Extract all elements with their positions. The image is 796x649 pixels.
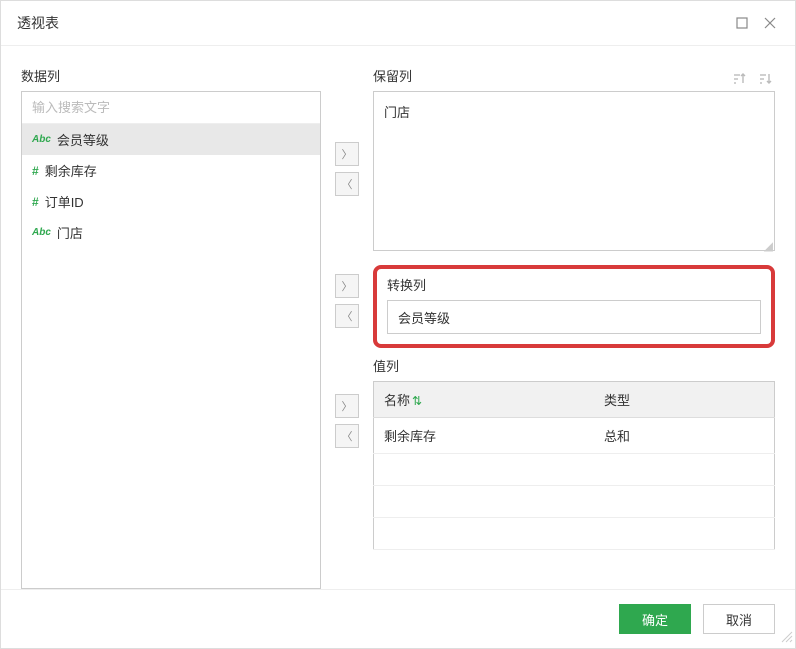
resize-handle-icon[interactable]: ◢ (373, 239, 773, 253)
cancel-button[interactable]: 取消 (703, 604, 775, 634)
column-name: 剩余库存 (45, 161, 97, 180)
sort-desc-icon[interactable] (755, 69, 775, 89)
value-table-header-name[interactable]: 名称⇅ (374, 382, 595, 418)
ok-button[interactable]: 确定 (619, 604, 691, 634)
right-panel: 保留列 门店 ◢ 转换列 会员等级 (373, 66, 775, 589)
data-column-item[interactable]: # 剩余库存 (22, 155, 320, 186)
titlebar: 透视表 (1, 1, 795, 46)
value-type-cell: 总和 (594, 418, 774, 454)
value-table-header-type[interactable]: 类型 (594, 382, 774, 418)
move-right-retain-button[interactable]: 〉 (335, 142, 359, 166)
sort-asc-icon[interactable] (729, 69, 749, 89)
maximize-button[interactable] (733, 14, 751, 32)
column-name: 会员等级 (57, 130, 109, 149)
dialog-footer: 确定 取消 (1, 589, 795, 648)
transform-highlight: 转换列 会员等级 (373, 265, 775, 348)
close-button[interactable] (761, 14, 779, 32)
table-row[interactable]: 剩余库存总和 (374, 418, 775, 454)
text-type-icon: Abc (32, 134, 51, 145)
transform-columns-label: 转换列 (387, 275, 761, 294)
retain-columns-list[interactable]: 门店 (373, 91, 775, 251)
data-columns-panel: 数据列 Abc 会员等级 # 剩余库存 # 订单ID Abc 门店 (21, 66, 321, 589)
column-name: 门店 (57, 223, 83, 242)
number-type-icon: # (32, 164, 39, 178)
data-columns-list: Abc 会员等级 # 剩余库存 # 订单ID Abc 门店 (21, 91, 321, 589)
table-row (374, 486, 775, 518)
number-type-icon: # (32, 195, 39, 209)
data-columns-label: 数据列 (21, 66, 321, 85)
data-column-item[interactable]: Abc 会员等级 (22, 124, 320, 155)
data-column-item[interactable]: Abc 门店 (22, 217, 320, 248)
column-name: 订单ID (45, 192, 84, 211)
value-name-cell: 剩余库存 (374, 418, 595, 454)
transform-columns-list[interactable]: 会员等级 (387, 300, 761, 334)
pivot-dialog: 透视表 数据列 Abc 会员等级 # 剩余库存 # 订单ID Abc 门店 〉 〈 〉 (0, 0, 796, 649)
move-left-value-button[interactable]: 〈 (335, 424, 359, 448)
table-row (374, 454, 775, 486)
move-left-transform-button[interactable]: 〈 (335, 304, 359, 328)
transform-column-item[interactable]: 会员等级 (398, 308, 450, 327)
value-columns-label: 值列 (373, 356, 775, 375)
search-input[interactable] (22, 92, 320, 124)
transfer-buttons: 〉 〈 〉 〈 〉 〈 (333, 66, 361, 589)
sort-indicator-icon: ⇅ (412, 394, 422, 408)
retain-columns-label: 保留列 (373, 66, 723, 85)
data-column-item[interactable]: # 订单ID (22, 186, 320, 217)
dialog-body: 数据列 Abc 会员等级 # 剩余库存 # 订单ID Abc 门店 〉 〈 〉 〈 〉 〈 (1, 46, 795, 589)
text-type-icon: Abc (32, 227, 51, 238)
dialog-title: 透视表 (17, 13, 723, 33)
retain-column-item[interactable]: 门店 (384, 100, 764, 123)
move-right-value-button[interactable]: 〉 (335, 394, 359, 418)
table-row (374, 518, 775, 550)
move-right-transform-button[interactable]: 〉 (335, 274, 359, 298)
move-left-retain-button[interactable]: 〈 (335, 172, 359, 196)
dialog-resize-handle-icon[interactable] (779, 629, 793, 646)
value-columns-table: 名称⇅ 类型 剩余库存总和 (373, 381, 775, 550)
